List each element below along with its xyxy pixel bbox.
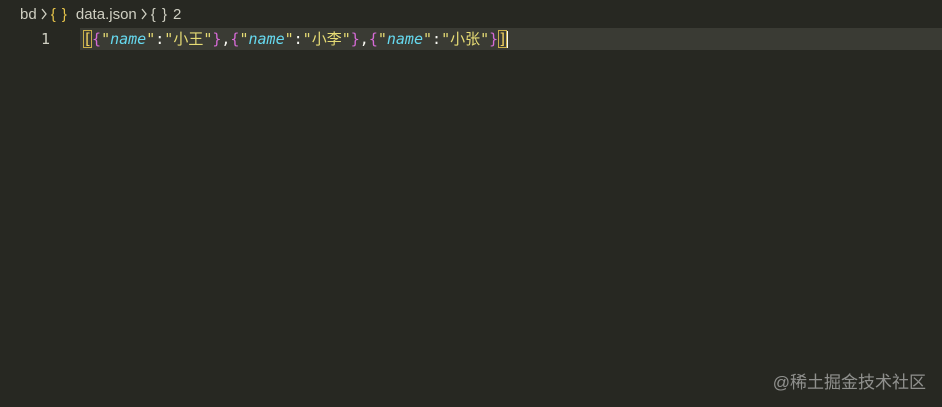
breadcrumb-folder[interactable]: bd: [20, 6, 37, 23]
json-string-value: 小李: [311, 30, 342, 48]
json-string-value: 小王: [173, 30, 204, 48]
close-array-bracket: ]: [498, 30, 508, 48]
breadcrumb-symbol[interactable]: 2: [173, 6, 181, 23]
json-key: name: [110, 30, 147, 48]
json-file-icon: { }: [50, 5, 68, 23]
open-object-brace: {: [368, 30, 378, 48]
breadcrumb: bd { } data.json { } 2: [0, 0, 942, 28]
open-object-brace: {: [92, 30, 102, 48]
open-array-bracket: [: [83, 30, 93, 48]
json-key: name: [248, 30, 285, 48]
text-cursor: [507, 31, 509, 48]
line-number: 1: [40, 30, 50, 48]
watermark: @稀土掘金技术社区: [772, 373, 926, 392]
chevron-right-icon: [137, 8, 151, 20]
code-line[interactable]: [{"name":"小王"},{"name":"小李"},{"name":"小张…: [83, 28, 509, 50]
json-string-value: 小张: [450, 30, 481, 48]
object-icon: { }: [150, 5, 168, 23]
chevron-right-icon: [37, 8, 51, 20]
breadcrumb-file[interactable]: data.json: [76, 6, 137, 23]
close-object-brace: }: [489, 30, 499, 48]
json-key: name: [386, 30, 423, 48]
close-object-brace: }: [350, 30, 360, 48]
editor[interactable]: 1 [{"name":"小王"},{"name":"小李"},{"name":"…: [0, 28, 942, 407]
